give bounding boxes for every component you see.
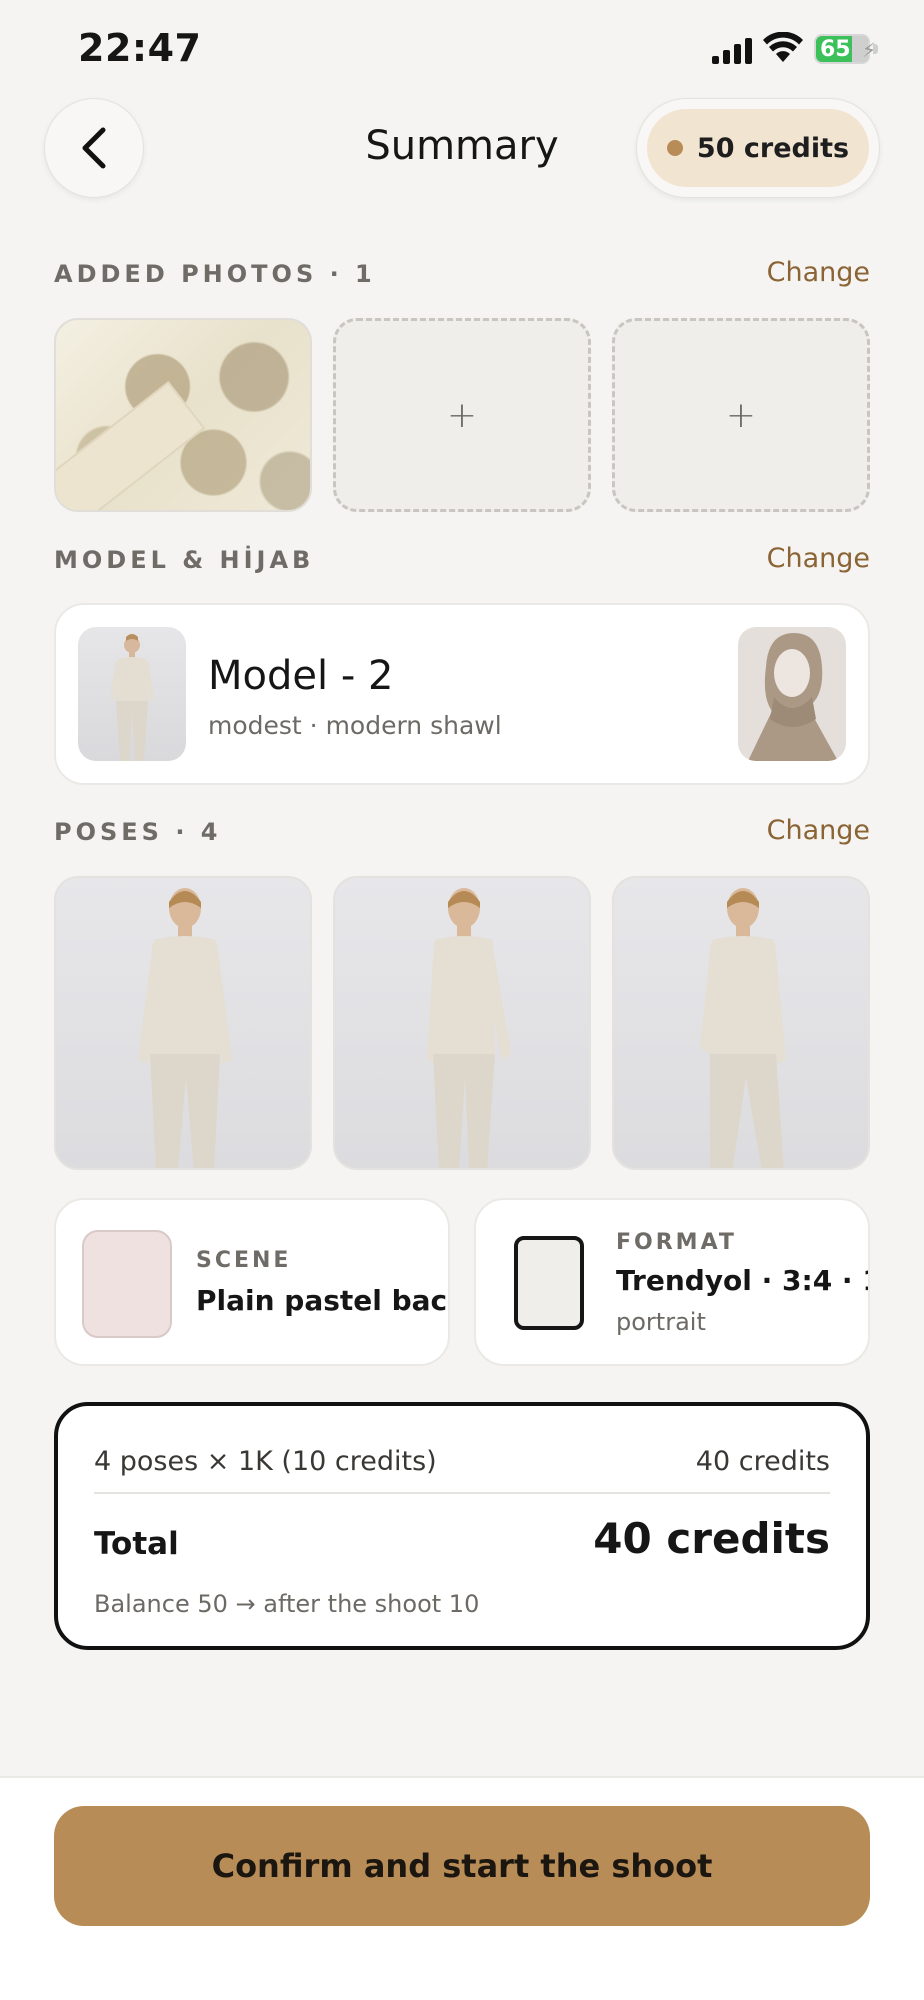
- pose-thumbnail[interactable]: [333, 876, 591, 1170]
- status-time: 22:47: [78, 26, 202, 70]
- cellular-signal-icon: [712, 38, 752, 64]
- format-card[interactable]: FORMAT Trendyol · 3:4 · 1K portrait: [474, 1198, 870, 1366]
- model-card[interactable]: Model - 2 modest · modern shawl: [54, 603, 870, 785]
- battery-level: 65: [820, 37, 851, 62]
- credits-badge[interactable]: 50 credits: [636, 98, 880, 198]
- format-value: Trendyol · 3:4 · 1K: [616, 1264, 868, 1297]
- add-photo-slot[interactable]: +: [612, 318, 870, 512]
- cost-line-label: 4 poses × 1K (10 credits): [94, 1446, 437, 1477]
- scene-swatch: [82, 1230, 172, 1338]
- poses-label: POSES · 4: [54, 818, 222, 846]
- model-subtitle: modest · modern shawl: [208, 711, 502, 740]
- total-label: Total: [94, 1526, 179, 1562]
- scene-value: Plain pastel backdrop: [196, 1284, 448, 1317]
- model-hijab-label: MODEL & HİJAB: [54, 546, 315, 574]
- bottom-action-bar: Confirm and start the shoot: [0, 1776, 924, 2000]
- credits-dot-icon: [666, 140, 683, 156]
- change-photos-link[interactable]: Change: [767, 257, 870, 288]
- pose-thumbnail[interactable]: [54, 876, 312, 1170]
- cost-line-value: 40 credits: [695, 1446, 830, 1477]
- change-poses-link[interactable]: Change: [767, 815, 870, 846]
- added-photos-label: ADDED PHOTOS · 1: [54, 260, 376, 288]
- cost-summary: 4 poses × 1K (10 credits) 40 credits Tot…: [54, 1402, 870, 1650]
- model-thumbnail: [78, 627, 186, 761]
- confirm-start-shoot-button[interactable]: Confirm and start the shoot: [54, 1806, 870, 1926]
- hijab-thumbnail: [738, 627, 846, 761]
- plus-icon: +: [446, 394, 478, 436]
- pose-thumbnail[interactable]: [612, 876, 870, 1170]
- credits-balance: 50 credits: [696, 132, 850, 164]
- balance-note: Balance 50 → after the shoot 10: [94, 1590, 480, 1618]
- total-value: 40 credits: [593, 1514, 830, 1563]
- wifi-icon: [763, 32, 803, 62]
- change-model-link[interactable]: Change: [767, 543, 870, 574]
- portrait-frame-icon: [514, 1236, 584, 1330]
- format-orientation: portrait: [616, 1308, 706, 1336]
- status-bar: 22:47 65 ⚡: [0, 0, 924, 100]
- summary-divider: [94, 1492, 830, 1494]
- add-photo-slot[interactable]: +: [333, 318, 591, 512]
- plus-icon: +: [725, 394, 757, 436]
- added-photo-fabric[interactable]: [54, 318, 312, 512]
- format-label: FORMAT: [616, 1230, 737, 1255]
- battery-icon: 65 ⚡: [814, 34, 878, 64]
- model-name: Model - 2: [208, 653, 394, 699]
- scene-label: SCENE: [196, 1248, 292, 1273]
- scene-card[interactable]: SCENE Plain pastel backdrop: [54, 1198, 450, 1366]
